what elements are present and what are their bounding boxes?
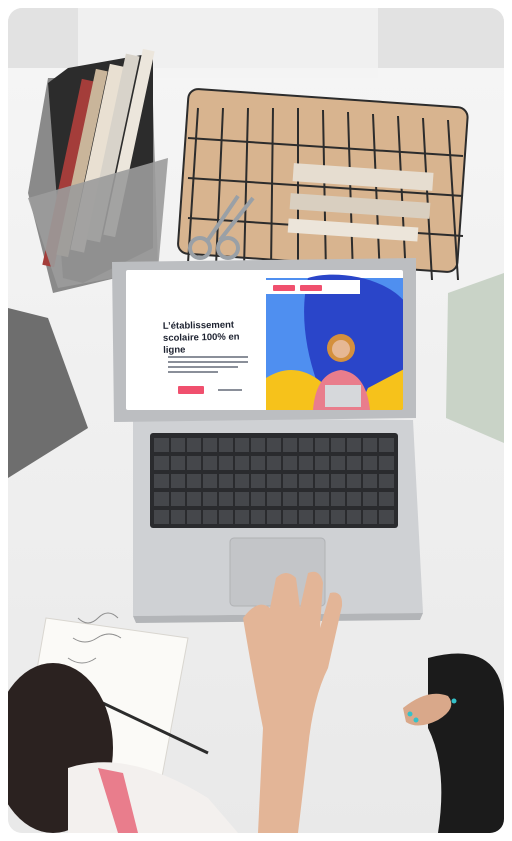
screen-headline: L’établissement scolaire 100% en ligne (162, 319, 240, 356)
photo-frame: L’établissement scolaire 100% en ligne (8, 8, 504, 833)
photo (8, 8, 504, 833)
green-box (446, 273, 504, 443)
laptop (112, 258, 423, 623)
cta-button (178, 386, 204, 394)
felt-organizer (28, 48, 168, 293)
